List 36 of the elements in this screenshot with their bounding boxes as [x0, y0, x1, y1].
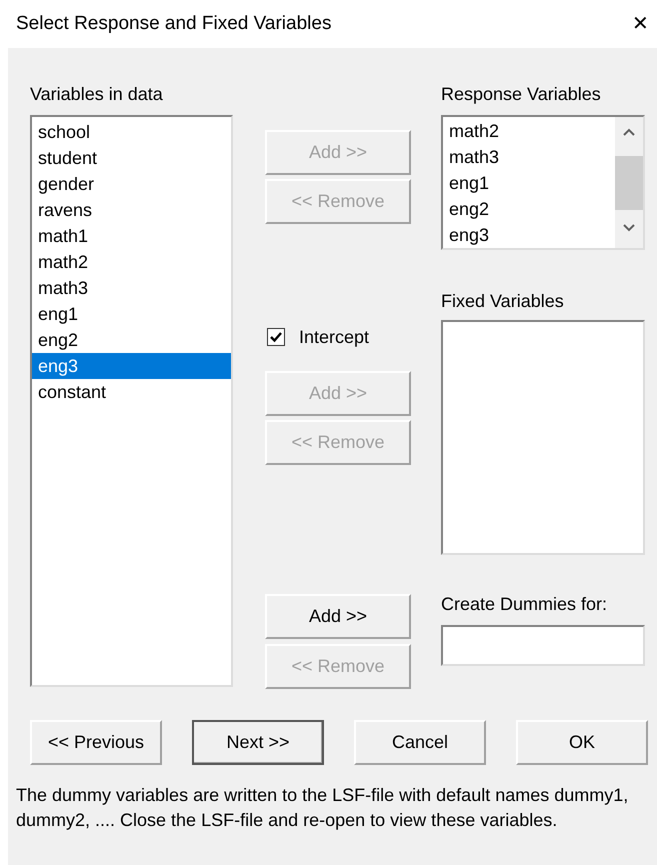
- list-item[interactable]: math2: [32, 249, 231, 275]
- list-item[interactable]: gender: [32, 171, 231, 197]
- intercept-checkbox[interactable]: [267, 328, 285, 346]
- list-item[interactable]: math3: [443, 144, 615, 170]
- variables-list[interactable]: school student gender ravens math1 math2 math3 eng1 eng2 eng3 constant: [30, 115, 233, 687]
- list-item[interactable]: constant: [32, 379, 231, 405]
- list-label: Variables in data: [30, 83, 164, 106]
- footer-button[interactable]: OK: [516, 720, 648, 765]
- list-item[interactable]: eng1: [443, 170, 615, 196]
- list-item[interactable]: student: [32, 145, 231, 171]
- list-item[interactable]: math3: [32, 275, 231, 301]
- intercept-label: Intercept: [299, 326, 370, 349]
- footer-button[interactable]: Next >>: [192, 720, 324, 765]
- list-item[interactable]: math1: [32, 223, 231, 249]
- footer-button[interactable]: Cancel: [354, 720, 486, 765]
- list-item[interactable]: eng1: [32, 301, 231, 327]
- scrollbar[interactable]: [615, 117, 643, 248]
- list-item[interactable]: eng2: [443, 196, 615, 222]
- list-label: Fixed Variables: [441, 290, 565, 313]
- list-item[interactable]: math2: [443, 118, 615, 144]
- list-item[interactable]: eng3: [32, 353, 231, 379]
- list-item[interactable]: ravens: [32, 197, 231, 223]
- close-button[interactable]: ✕: [628, 14, 653, 34]
- list-item[interactable]: eng3: [443, 222, 615, 248]
- list-item[interactable]: school: [32, 119, 231, 145]
- input-field[interactable]: [441, 625, 645, 666]
- list-label: Response Variables: [441, 83, 602, 106]
- window-title: Select Response and Fixed Variables: [16, 12, 332, 36]
- action-button[interactable]: Add >>: [265, 594, 411, 639]
- scroll-up-icon[interactable]: [623, 128, 635, 136]
- footer-button[interactable]: << Previous: [30, 720, 162, 765]
- list-item[interactable]: eng2: [32, 327, 231, 353]
- field-label: Create Dummies for:: [441, 593, 608, 616]
- scrollbar-thumb[interactable]: [615, 156, 643, 210]
- scroll-down-icon[interactable]: [623, 224, 635, 232]
- note-text: The dummy variables are written to the LSF-file with default names dummy1, dummy2, .... Close the LSF-file and re-open to view these variables.: [15, 784, 630, 832]
